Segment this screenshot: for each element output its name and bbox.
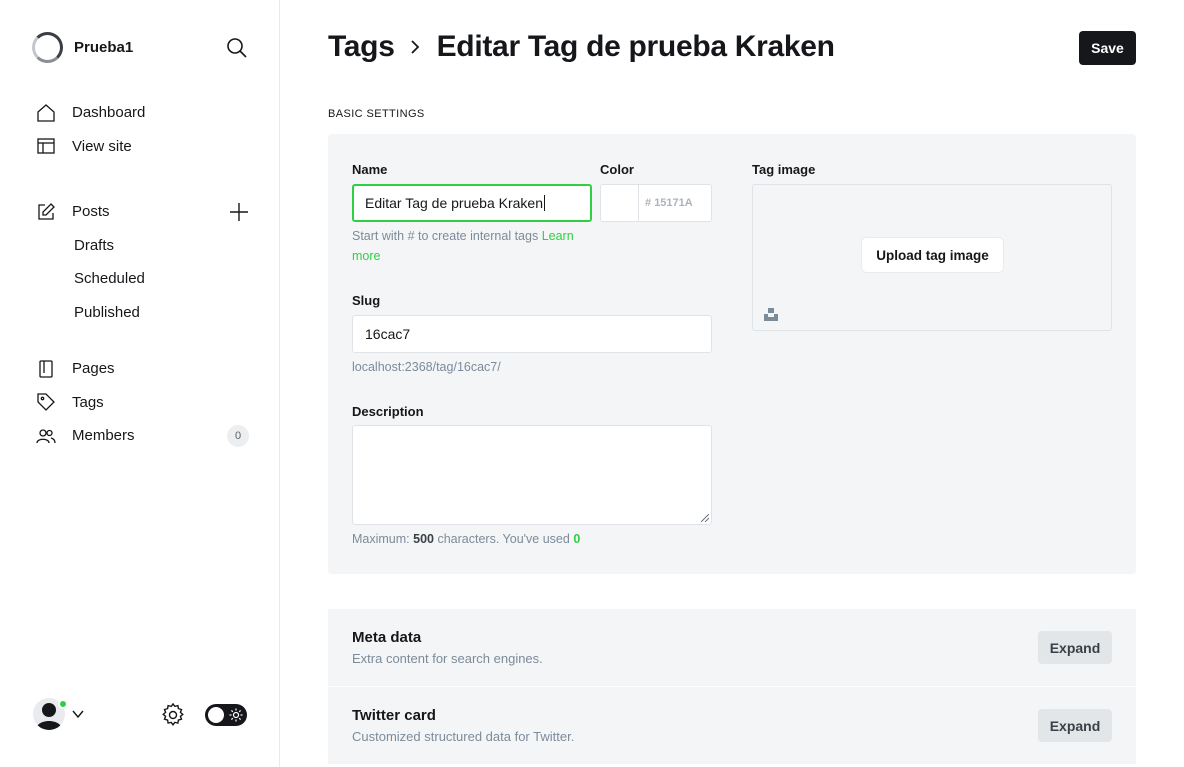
online-status-dot xyxy=(58,699,68,709)
nav-drafts[interactable]: Drafts xyxy=(36,229,256,263)
description-label: Description xyxy=(352,404,424,419)
chevron-down-icon xyxy=(72,710,84,719)
slug-input[interactable]: 16cac7 xyxy=(352,315,712,353)
breadcrumb-tags-link[interactable]: Tags xyxy=(328,30,395,64)
nav-tags-label: Tags xyxy=(72,393,104,411)
desc-max-count: 500 xyxy=(413,532,434,546)
tag-image-dropzone[interactable]: Upload tag image xyxy=(752,184,1112,331)
nav-scheduled-label: Scheduled xyxy=(74,270,145,288)
upload-tag-image-button[interactable]: Upload tag image xyxy=(862,238,1003,272)
meta-data-subtitle: Extra content for search engines. xyxy=(352,651,543,666)
nav-published-label: Published xyxy=(74,303,140,321)
nav-dashboard-label: Dashboard xyxy=(72,104,146,122)
site-name: Prueba1 xyxy=(74,39,134,56)
basic-settings-label: BASIC SETTINGS xyxy=(328,108,425,120)
basic-settings-panel: Name Editar Tag de prueba Kraken Start w… xyxy=(328,134,1136,574)
edit-icon xyxy=(36,202,56,222)
nav-posts-label: Posts xyxy=(72,203,110,221)
toggle-knob xyxy=(208,707,224,723)
slug-label: Slug xyxy=(352,293,381,308)
desc-used-count: 0 xyxy=(573,532,581,546)
color-swatch[interactable] xyxy=(600,184,638,222)
nav-posts[interactable]: Posts xyxy=(36,195,256,229)
twitter-card-subtitle: Customized structured data for Twitter. xyxy=(352,729,575,744)
twitter-card-expand-button[interactable]: Expand xyxy=(1038,709,1112,742)
desc-hint-mid: characters. You've used xyxy=(437,532,570,546)
gear-icon[interactable] xyxy=(161,703,185,727)
color-label: Color xyxy=(600,162,634,177)
meta-data-section: Meta data Extra content for search engin… xyxy=(328,609,1136,686)
nav-tags[interactable]: Tags xyxy=(36,386,256,420)
twitter-card-section: Twitter card Customized structured data … xyxy=(328,687,1136,764)
name-input[interactable]: Editar Tag de prueba Kraken xyxy=(352,184,592,222)
breadcrumb: Tags Editar Tag de prueba Kraken xyxy=(328,30,835,64)
nav-site: Pages Tags Members 0 xyxy=(36,352,256,453)
brand[interactable]: Prueba1 xyxy=(32,32,133,63)
name-hint-text: Start with # to create internal tags xyxy=(352,229,539,243)
learn-more-word-2: more xyxy=(352,249,381,263)
nav-members[interactable]: Members 0 xyxy=(36,419,256,453)
unsplash-icon[interactable] xyxy=(764,307,778,321)
slug-url: localhost:2368/tag/16cac7/ xyxy=(352,360,501,374)
sun-icon xyxy=(229,708,243,722)
theme-toggle[interactable] xyxy=(205,704,247,726)
chevron-right-icon xyxy=(410,40,419,54)
nav-dashboard[interactable]: Dashboard xyxy=(36,96,256,130)
new-post-icon[interactable] xyxy=(228,201,250,223)
color-hex-value: 15171A xyxy=(654,197,693,209)
twitter-card-title: Twitter card xyxy=(352,707,436,724)
nav-main: Dashboard View site xyxy=(36,96,256,163)
nav-published[interactable]: Published xyxy=(36,296,256,330)
sidebar: Prueba1 Dashboard View site Posts Drafts xyxy=(0,0,280,767)
nav-view-site-label: View site xyxy=(72,137,132,155)
tag-image-label: Tag image xyxy=(752,162,816,177)
nav-pages-label: Pages xyxy=(72,360,115,378)
description-hint: Maximum: 500 characters. You've used 0 xyxy=(352,529,580,549)
meta-data-title: Meta data xyxy=(352,629,422,646)
nav-view-site[interactable]: View site xyxy=(36,130,256,164)
learn-more-word-1: Learn xyxy=(541,229,574,243)
save-button[interactable]: Save xyxy=(1079,31,1136,65)
search-icon[interactable] xyxy=(226,37,248,59)
home-icon xyxy=(36,103,56,123)
color-hex-input[interactable]: # 15171A xyxy=(638,184,712,222)
tag-icon xyxy=(36,392,56,412)
members-icon xyxy=(36,426,56,446)
site-logo xyxy=(32,32,63,63)
layout-icon xyxy=(36,136,56,156)
nav-drafts-label: Drafts xyxy=(74,236,115,254)
page-title: Editar Tag de prueba Kraken xyxy=(436,30,835,63)
slug-input-value: 16cac7 xyxy=(365,326,411,342)
nav-scheduled[interactable]: Scheduled xyxy=(36,262,256,296)
page-icon xyxy=(36,359,56,379)
name-label: Name xyxy=(352,162,388,177)
nav-pages[interactable]: Pages xyxy=(36,352,256,386)
nav-content: Posts Drafts Scheduled Published xyxy=(36,195,256,329)
nav-members-label: Members xyxy=(72,427,135,445)
text-caret xyxy=(543,195,545,211)
hash-icon: # xyxy=(645,197,655,209)
members-count-badge: 0 xyxy=(227,425,249,447)
name-hint: Start with # to create internal tags Lea… xyxy=(352,226,592,266)
desc-hint-prefix: Maximum: xyxy=(352,532,410,546)
meta-data-expand-button[interactable]: Expand xyxy=(1038,631,1112,664)
description-textarea[interactable] xyxy=(352,425,712,525)
name-input-value: Editar Tag de prueba Kraken xyxy=(365,195,543,211)
resize-grip-icon[interactable] xyxy=(701,514,709,522)
